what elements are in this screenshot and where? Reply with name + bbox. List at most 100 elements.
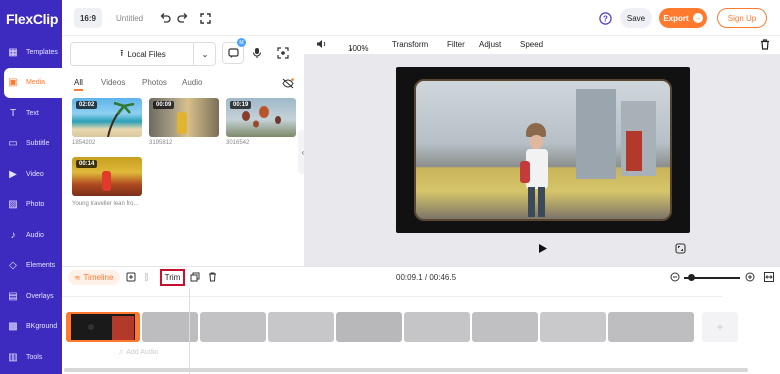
time-ruler — [62, 296, 722, 297]
duration-badge: 00:14 — [76, 160, 98, 168]
delete-clip-icon[interactable] — [208, 272, 217, 284]
timeline-clip[interactable] — [540, 312, 606, 342]
duplicate-icon[interactable] — [190, 272, 200, 284]
volume-icon[interactable] — [316, 39, 327, 51]
fullscreen-preview-icon[interactable] — [675, 241, 686, 259]
tab-audio[interactable]: Audio — [182, 78, 202, 87]
media-icon: ▣ — [8, 77, 18, 88]
trim-button[interactable]: Trim — [160, 269, 185, 286]
timeline-clip-selected[interactable] — [66, 312, 140, 342]
fit-timeline-icon[interactable] — [764, 272, 774, 284]
fullscreen-icon[interactable] — [198, 11, 212, 25]
sidebar-item-label: Tools — [26, 353, 43, 361]
add-audio-label: Add Audio — [126, 349, 159, 356]
sidebar-item-video[interactable]: ▶ Video — [0, 159, 62, 189]
zoom-out-icon[interactable] — [670, 272, 680, 284]
timeline-clip[interactable] — [268, 312, 334, 342]
playback-time: 00:09.1 / 00:46.5 — [396, 273, 457, 282]
flexclip-logo[interactable]: FlexClip — [6, 11, 58, 27]
media-item[interactable]: 00:19 — [226, 98, 296, 137]
export-button[interactable]: Export → — [659, 8, 707, 28]
sidebar-item-text[interactable]: T Text — [0, 98, 62, 128]
speed-button[interactable]: Speed — [520, 40, 543, 49]
transform-button[interactable]: Transform — [392, 40, 428, 49]
background-icon: ▩ — [8, 321, 18, 332]
svg-text:?: ? — [603, 14, 608, 23]
trim-handle-right[interactable] — [135, 314, 138, 340]
camera-button[interactable] — [272, 42, 294, 64]
text-icon: T — [9, 107, 17, 119]
play-icon[interactable] — [538, 241, 548, 259]
sidebar-item-media[interactable]: ▣ Media — [4, 67, 62, 98]
sidebar-item-label: Text — [26, 109, 39, 117]
chevron-down-icon: ⌄ — [348, 45, 354, 52]
aspect-ratio-button[interactable]: 16:9 — [74, 8, 102, 28]
duration-badge: 00:09 — [153, 101, 175, 109]
zoom-slider[interactable] — [684, 274, 740, 281]
webcam-icon — [277, 47, 289, 59]
split-icon[interactable]: ⫿ — [145, 272, 148, 283]
add-audio-button[interactable]: ♫ Add Audio — [118, 349, 158, 356]
sidebar-item-overlays[interactable]: ▤ Overlays — [0, 281, 62, 311]
sidebar-item-elements[interactable]: ◇ Elements — [0, 251, 62, 281]
chevron-down-icon[interactable]: ⌄ — [193, 42, 216, 66]
add-clip-icon[interactable] — [126, 272, 136, 284]
timeline-toggle[interactable]: ≋ Timeline — [68, 270, 120, 285]
new-badge: M — [237, 38, 246, 47]
templates-icon: ▦ — [8, 46, 18, 58]
sidebar-item-templates[interactable]: ▦ Templates — [0, 37, 62, 67]
sidebar-item-label: Templates — [26, 48, 58, 56]
project-title[interactable]: Untitled — [116, 14, 143, 23]
media-item[interactable]: 02:02 — [72, 98, 142, 137]
sidebar-item-photo[interactable]: ▨ Photo — [0, 190, 62, 220]
media-item[interactable]: 00:09 — [149, 98, 219, 137]
top-bar: 16:9 Untitled ? Save Export → Sign Up — [62, 0, 780, 36]
video-preview[interactable] — [396, 67, 690, 233]
sidebar-item-audio[interactable]: ♪ Audio — [0, 220, 62, 250]
media-caption: 3016542 — [226, 140, 250, 146]
help-icon[interactable]: ? — [598, 11, 612, 25]
microphone-button[interactable] — [246, 42, 268, 64]
sidebar-item-label: Audio — [26, 231, 44, 239]
timeline-icon: ≋ — [74, 274, 81, 282]
redo-icon[interactable] — [176, 11, 190, 25]
sidebar-item-label: BKground — [26, 323, 58, 330]
sign-up-button[interactable]: Sign Up — [717, 8, 767, 28]
timeline-clip[interactable] — [608, 312, 694, 342]
sidebar-item-tools[interactable]: ▥ Tools — [0, 342, 62, 372]
subtitle-icon: ▭ — [8, 138, 18, 149]
sidebar-item-bkground[interactable]: ▩ BKground — [0, 312, 62, 342]
export-label: Export — [663, 13, 689, 23]
timeline-clip[interactable] — [404, 312, 470, 342]
delete-icon[interactable] — [760, 39, 770, 52]
hide-used-icon[interactable] — [282, 76, 294, 94]
sidebar-item-subtitle[interactable]: ▭ Subtitle — [0, 129, 62, 159]
trim-handle-left[interactable] — [68, 314, 71, 340]
playhead[interactable] — [189, 288, 190, 374]
adjust-button[interactable]: Adjust — [479, 40, 501, 49]
preview-toolbar: 100% ⌄ Transform Filter Adjust Speed — [304, 36, 780, 54]
filter-button[interactable]: Filter — [447, 40, 465, 49]
media-item[interactable]: 00:14 — [72, 157, 142, 196]
timeline-track: + ♫ Add Audio — [62, 288, 780, 374]
horizontal-scrollbar[interactable] — [64, 368, 748, 372]
add-scene-button[interactable]: + — [702, 312, 738, 342]
zoom-slider-handle[interactable] — [688, 274, 695, 281]
upload-icon: ⭱ — [120, 48, 124, 58]
tab-videos[interactable]: Videos — [101, 78, 125, 87]
timeline-clip[interactable] — [200, 312, 266, 342]
photo-icon: ▨ — [8, 199, 18, 210]
tab-photos[interactable]: Photos — [142, 78, 167, 87]
tab-all[interactable]: All — [74, 78, 83, 91]
record-screen-button[interactable]: M — [222, 38, 246, 64]
audio-icon: ♪ — [10, 229, 16, 241]
comment-icon — [227, 47, 239, 58]
timeline-clip[interactable] — [336, 312, 402, 342]
local-files-label: Local Files — [127, 49, 166, 59]
undo-icon[interactable] — [158, 11, 172, 25]
overlays-icon: ▤ — [8, 290, 18, 302]
zoom-in-icon[interactable] — [745, 272, 755, 284]
sidebar-item-label: Elements — [26, 262, 56, 269]
timeline-clip[interactable] — [472, 312, 538, 342]
save-button[interactable]: Save — [620, 8, 652, 28]
